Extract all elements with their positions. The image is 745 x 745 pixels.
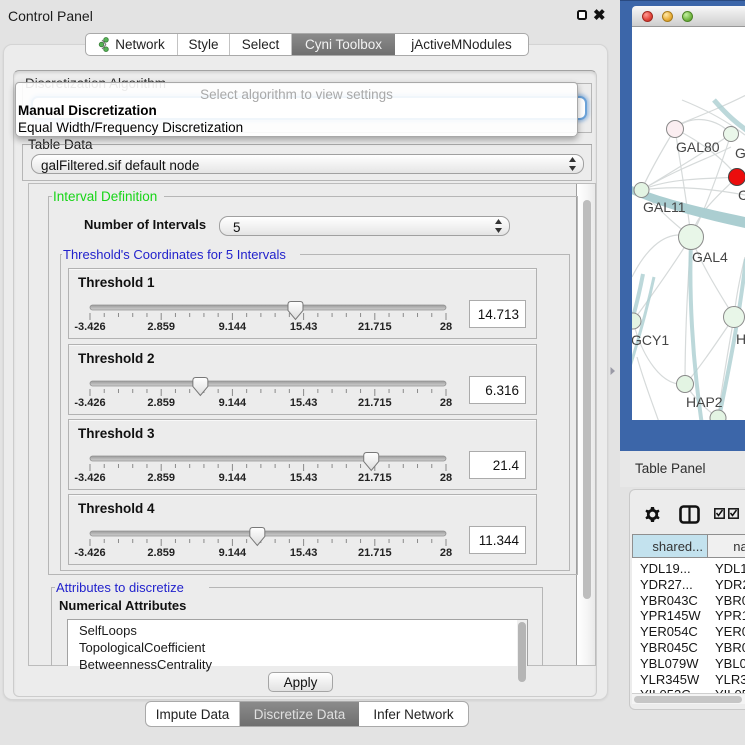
svg-text:GAL11: GAL11: [643, 199, 686, 215]
svg-text:G.: G.: [735, 145, 745, 161]
svg-text:H: H: [736, 331, 745, 347]
svg-text:HAP2: HAP2: [686, 394, 723, 410]
svg-text:GAL80: GAL80: [676, 139, 720, 155]
svg-text:GAL4: GAL4: [692, 249, 728, 265]
svg-text:GCY1: GCY1: [632, 332, 669, 348]
svg-text:C.: C.: [738, 187, 745, 203]
